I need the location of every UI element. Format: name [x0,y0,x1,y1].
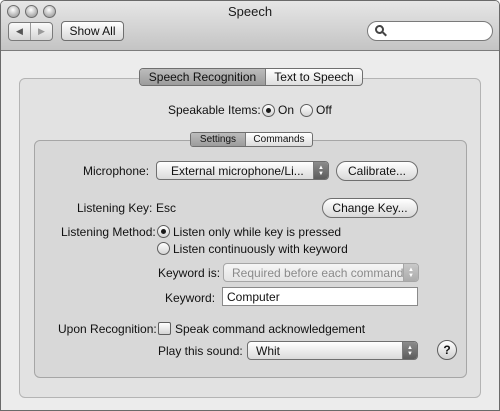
speakable-off-label[interactable]: Off [316,103,332,117]
keyword-is-popup[interactable]: Required before each command ▲ ▼ [223,263,419,282]
search-field[interactable] [367,21,493,41]
play-sound-label: Play this sound: [158,344,243,358]
microphone-label: Microphone: [83,164,150,178]
sub-tab-control: Settings Commands [190,132,313,147]
play-sound-value: Whit [256,343,280,358]
microphone-value: External microphone/Li... [171,163,304,178]
microphone-popup[interactable]: External microphone/Li... ▲ ▼ [156,161,329,180]
keyword-field[interactable]: Computer [222,287,418,306]
keyword-is-value: Required before each command [232,265,404,280]
help-button[interactable]: ? [437,340,457,360]
tab-commands[interactable]: Commands [245,133,312,146]
speech-preferences-window: Speech ◀ ▶ Show All Speech Recognition T… [0,0,500,411]
keyword-label: Keyword: [165,291,216,305]
speakable-on-radio[interactable] [262,104,275,117]
change-key-button[interactable]: Change Key... [322,198,418,218]
upon-recognition-label: Upon Recognition: [58,322,157,336]
speak-acknowledgement-label[interactable]: Speak command acknowledgement [175,322,365,336]
tab-text-to-speech[interactable]: Text to Speech [265,69,362,85]
speakable-items-label: Speakable Items: [168,103,261,117]
speak-acknowledgement-checkbox[interactable] [158,322,171,335]
listen-key-pressed-radio[interactable] [157,225,170,238]
tab-settings[interactable]: Settings [191,133,245,146]
speakable-off-radio[interactable] [300,104,313,117]
back-forward-control: ◀ ▶ [8,22,53,41]
forward-arrow-icon[interactable]: ▶ [30,23,52,40]
keyword-is-label: Keyword is: [158,266,221,280]
show-all-button[interactable]: Show All [61,21,124,41]
listening-key-value: Esc [156,201,177,215]
back-arrow-icon[interactable]: ◀ [9,23,30,40]
listening-method-label: Listening Method: [61,225,156,239]
listen-key-pressed-label[interactable]: Listen only while key is pressed [173,225,341,239]
updown-arrows-icon: ▲ ▼ [313,162,328,179]
updown-arrows-icon: ▲ ▼ [403,264,418,281]
tab-speech-recognition[interactable]: Speech Recognition [140,69,265,85]
play-sound-popup[interactable]: Whit ▲ ▼ [247,341,418,360]
title-bar: Speech ◀ ▶ Show All [1,1,499,51]
calibrate-button[interactable]: Calibrate... [336,161,418,181]
speakable-on-label[interactable]: On [278,103,294,117]
listening-key-label: Listening Key: [77,201,153,215]
window-title: Speech [227,4,273,19]
listen-continuously-label[interactable]: Listen continuously with keyword [173,242,348,256]
updown-arrows-icon: ▲ ▼ [402,342,417,359]
listen-continuously-radio[interactable] [157,242,170,255]
main-tab-control: Speech Recognition Text to Speech [139,68,363,86]
